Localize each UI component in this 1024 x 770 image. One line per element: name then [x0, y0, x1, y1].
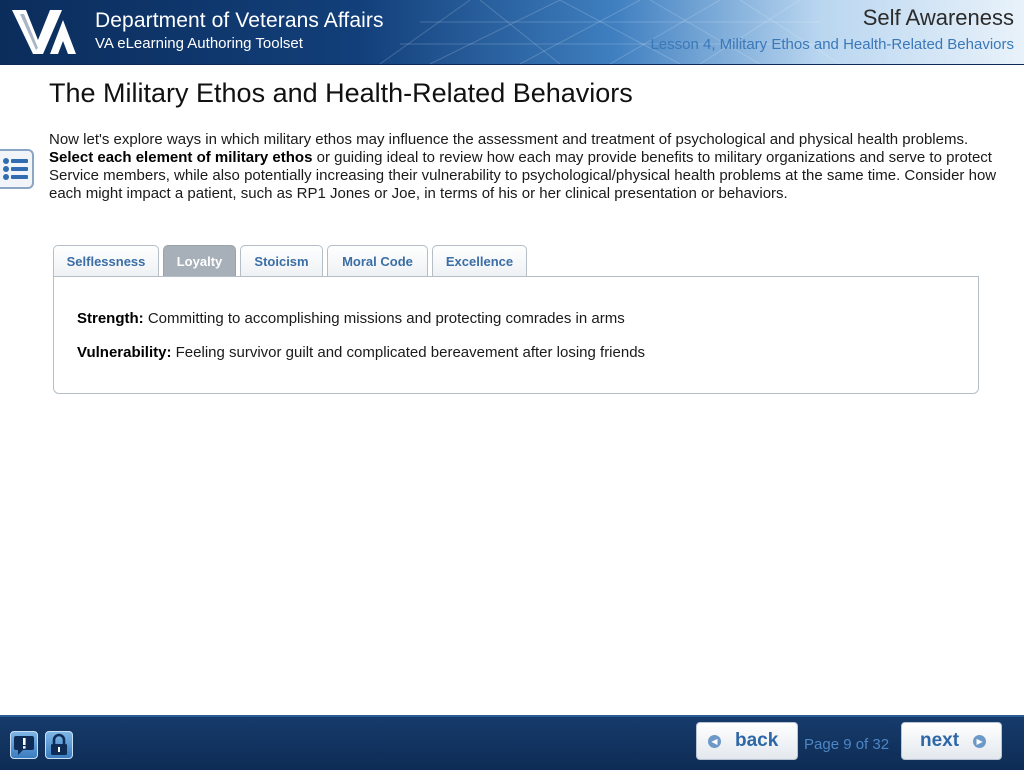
tab-moral-code[interactable]: Moral Code — [327, 245, 428, 276]
vulnerability-label: Vulnerability: — [77, 344, 172, 361]
next-label: next — [920, 730, 960, 751]
help-button[interactable] — [10, 731, 38, 759]
header-banner: Department of Veterans Affairs VA eLearn… — [0, 0, 1024, 65]
org-subtitle: VA eLearning Authoring Toolset — [95, 35, 303, 52]
back-label: back — [735, 730, 779, 751]
footer-bar: ◀ back Page 9 of 32 next ▶ — [0, 715, 1024, 770]
next-arrow-icon: ▶ — [973, 734, 987, 748]
back-arrow-icon: ◀ — [708, 734, 721, 748]
strength-label: Strength: — [77, 310, 144, 327]
help-icon — [14, 736, 34, 755]
list-menu-icon — [3, 158, 28, 180]
tab-excellence[interactable]: Excellence — [432, 245, 527, 276]
next-button[interactable]: next ▶ — [901, 722, 1002, 760]
va-logo — [12, 10, 76, 54]
intro-instruction: Select each element of military ethos — [49, 149, 313, 166]
tab-stoicism[interactable]: Stoicism — [240, 245, 323, 276]
strength-row: Strength: Committing to accomplishing mi… — [77, 310, 625, 327]
tab-selflessness[interactable]: Selflessness — [53, 245, 159, 276]
tab-loyalty[interactable]: Loyalty — [163, 245, 236, 276]
tab-content-panel: Strength: Committing to accomplishing mi… — [53, 276, 979, 394]
back-button[interactable]: ◀ back — [696, 722, 798, 760]
page-title: The Military Ethos and Health-Related Be… — [49, 78, 633, 108]
intro-text-1: Now let's explore ways in which military… — [49, 131, 969, 148]
org-title: Department of Veterans Affairs — [95, 9, 384, 32]
strength-text: Committing to accomplishing missions and… — [143, 310, 625, 327]
vulnerability-text: Feeling survivor guilt and complicated b… — [171, 344, 646, 361]
lock-button[interactable] — [45, 731, 73, 759]
intro-paragraph: Now let's explore ways in which military… — [49, 131, 1004, 203]
lock-icon — [51, 733, 67, 755]
page-indicator: Page 9 of 32 — [804, 736, 890, 753]
menu-button[interactable] — [0, 149, 34, 189]
course-title: Self Awareness — [862, 5, 1014, 30]
vulnerability-row: Vulnerability: Feeling survivor guilt an… — [77, 344, 645, 361]
lesson-title: Lesson 4, Military Ethos and Health-Rela… — [650, 36, 1014, 53]
